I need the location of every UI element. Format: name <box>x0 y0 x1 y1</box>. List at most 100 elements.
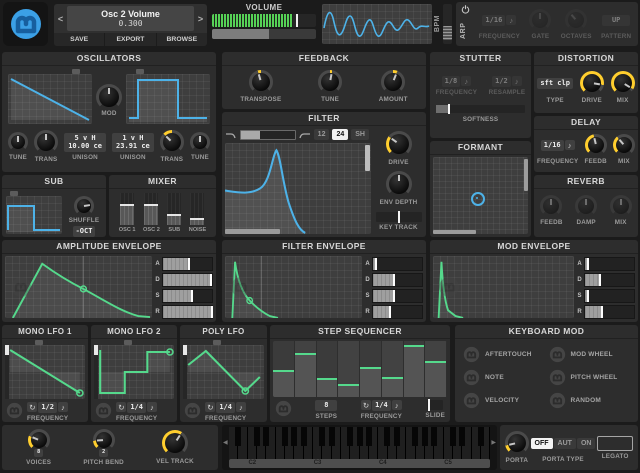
black-key[interactable] <box>412 427 419 446</box>
poly-lfo-display[interactable] <box>183 340 264 399</box>
keyboard-scroll-left-icon[interactable]: ◀ <box>223 439 228 446</box>
black-key[interactable] <box>291 427 298 446</box>
env-d-slider[interactable] <box>584 273 635 287</box>
filter-drive-control[interactable]: DRIVE <box>385 130 412 166</box>
browse-button[interactable]: BROWSE <box>156 33 207 46</box>
reverb-damp-control[interactable]: DAMP <box>575 195 598 226</box>
step-bar[interactable] <box>338 341 360 397</box>
stutter-resample-control[interactable]: 1/2 ♪ RESAMPLE <box>489 76 526 96</box>
distortion-mix-knob[interactable] <box>610 71 635 95</box>
env-a-slider[interactable] <box>372 257 423 271</box>
arp-pattern-value[interactable]: UP <box>602 14 631 26</box>
black-key[interactable] <box>263 427 270 446</box>
step-bar[interactable] <box>425 341 447 397</box>
distortion-drive-control[interactable]: DRIVE <box>579 71 604 104</box>
step-bar[interactable] <box>360 341 382 397</box>
formant-xy-marker[interactable] <box>471 191 485 206</box>
keyboard-mod-aftertouch[interactable]: AFTERTOUCH <box>463 346 545 363</box>
black-key[interactable] <box>328 427 335 446</box>
stutter-frequency-value[interactable]: 1/8 <box>441 76 461 87</box>
porta-knob[interactable] <box>504 431 529 455</box>
seq-slide-control[interactable]: SLIDE <box>425 399 445 419</box>
env-s-slider[interactable] <box>162 289 213 303</box>
osc2-transpose-knob[interactable] <box>159 130 184 154</box>
filter-pole-24-button[interactable]: 24 <box>332 129 349 140</box>
black-key[interactable] <box>421 427 428 446</box>
delay-frequency-control[interactable]: 1/16 ♪ FREQUENCY <box>537 134 578 165</box>
osc2-unison-voices[interactable]: 1 v H <box>122 134 143 142</box>
retrigger-icon[interactable]: ↻ <box>116 402 127 412</box>
arp-pattern-control[interactable]: UP PATTERN <box>601 9 631 40</box>
helm-mod-source-icon[interactable] <box>95 402 112 419</box>
arp-frequency-value[interactable]: 1/16 <box>482 14 506 26</box>
keyboard-mod-pitch-wheel[interactable]: PITCH WHEEL <box>549 369 631 386</box>
filter-key-track-control[interactable]: KEY TRACK <box>375 211 422 231</box>
black-key[interactable] <box>235 427 242 446</box>
mod-envelope-graph[interactable] <box>433 256 574 318</box>
helm-mod-source-icon[interactable] <box>549 392 566 409</box>
helm-mod-source-icon[interactable] <box>438 276 460 298</box>
step-bar[interactable] <box>316 341 339 397</box>
mixer-osc2-slider[interactable] <box>144 193 159 225</box>
distortion-mix-control[interactable]: MIX <box>610 71 635 104</box>
mixer-sub-slider[interactable] <box>167 193 182 225</box>
step-bar[interactable] <box>294 341 317 397</box>
mono-lfo1-display[interactable] <box>5 340 85 399</box>
tempo-sync-note-icon[interactable]: ♪ <box>564 140 575 150</box>
mono-lfo2-display[interactable] <box>94 340 174 399</box>
retrigger-icon[interactable]: ↻ <box>361 400 372 410</box>
reverb-feedback-knob[interactable] <box>540 195 563 217</box>
vel-track-control[interactable]: VEL TRACK <box>156 430 194 465</box>
arp-octaves-knob[interactable] <box>565 9 588 31</box>
tempo-sync-note-icon[interactable]: ♪ <box>391 400 402 410</box>
retrigger-icon[interactable]: ↻ <box>205 402 216 412</box>
lfo2-amplitude-slider[interactable] <box>94 345 98 399</box>
bpm-slider-handle[interactable] <box>443 26 452 40</box>
stutter-softness-slider[interactable] <box>436 104 525 114</box>
pitch-bend-control[interactable]: 2 PITCH BEND <box>83 429 124 466</box>
delay-mix-knob[interactable] <box>612 134 635 156</box>
osc1-unison-control[interactable]: 5 v H 10.00 ce UNISON <box>64 132 106 161</box>
black-key[interactable] <box>300 427 307 446</box>
voices-knob[interactable] <box>27 429 50 452</box>
sub-octave-button[interactable]: -OCT <box>72 226 96 237</box>
helm-mod-source-icon[interactable] <box>10 276 32 298</box>
filter-cutoff-slider[interactable] <box>225 229 281 234</box>
step-bar[interactable] <box>381 341 404 397</box>
osc2-waveform-display[interactable] <box>126 69 210 124</box>
osc1-tune-knob[interactable] <box>8 132 28 152</box>
tempo-sync-note-icon[interactable]: ♪ <box>506 15 517 25</box>
black-key[interactable] <box>365 427 372 446</box>
keyboard-scrollbar[interactable]: C2 C3 C4 C5 <box>229 459 490 468</box>
feedback-amount-control[interactable]: AMOUNT <box>379 70 408 103</box>
black-key[interactable] <box>393 427 400 446</box>
env-r-slider[interactable] <box>584 305 635 319</box>
arp-gate-control[interactable]: GATE <box>529 9 552 40</box>
step-bar[interactable] <box>273 341 295 397</box>
feedback-amount-knob[interactable] <box>381 70 406 94</box>
step-bar[interactable] <box>403 341 426 397</box>
filter-response-display[interactable] <box>225 143 371 234</box>
lfo2-wave-selector-handle[interactable] <box>123 340 132 345</box>
osc2-wave-selector-handle[interactable] <box>136 69 145 74</box>
env-a-slider[interactable] <box>584 257 635 271</box>
arp-gate-knob[interactable] <box>529 9 552 31</box>
env-d-slider[interactable] <box>162 273 213 287</box>
filter-env-depth-knob[interactable] <box>385 171 412 198</box>
tempo-sync-note-icon[interactable]: ♪ <box>58 402 68 412</box>
seq-steps-control[interactable]: 8 STEPS <box>315 400 338 420</box>
helm-mod-source-icon[interactable] <box>463 392 480 409</box>
feedback-transpose-control[interactable]: TRANSPOSE <box>240 70 281 103</box>
seq-slide-slider[interactable] <box>427 399 444 411</box>
feedback-transpose-knob[interactable] <box>248 70 273 94</box>
reverb-mix-control[interactable]: MIX <box>609 195 632 226</box>
keyboard-scroll-right-icon[interactable]: ▶ <box>491 439 496 446</box>
keyboard-mod-random[interactable]: RANDOM <box>549 392 631 409</box>
delay-feedback-control[interactable]: FEEDB <box>584 134 607 165</box>
poly-lfo-amplitude-slider[interactable] <box>183 345 187 399</box>
feedback-tune-knob[interactable] <box>318 70 343 94</box>
arp-power-icon[interactable] <box>460 4 471 15</box>
arp-octaves-control[interactable]: OCTAVES <box>561 9 592 40</box>
black-key[interactable] <box>477 427 484 446</box>
stutter-resample-value[interactable]: 1/2 <box>492 76 511 87</box>
